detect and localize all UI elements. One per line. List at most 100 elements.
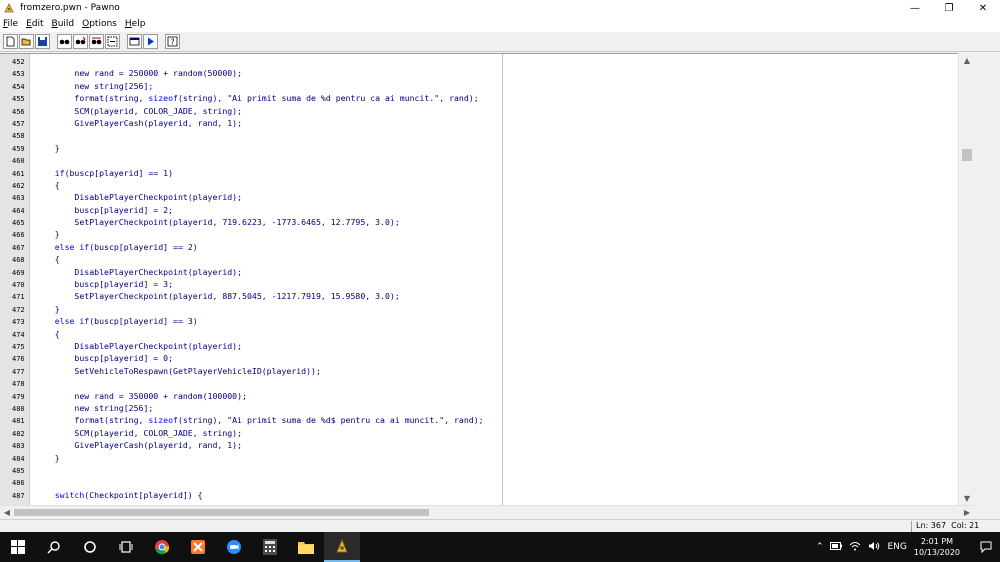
code-line[interactable]: 473 else if(buscp[playerid] == 3) — [0, 315, 974, 327]
line-code[interactable]: } — [35, 452, 60, 464]
line-code[interactable]: else if(buscp[playerid] == 2) — [35, 241, 198, 253]
code-line[interactable]: 486 — [0, 476, 974, 488]
code-line[interactable]: 465 SetPlayerCheckpoint(playerid, 719.62… — [0, 216, 974, 228]
vertical-scrollbar[interactable]: ▲ ▼ — [958, 53, 974, 505]
line-code[interactable]: SCM(playerid, COLOR_JADE, string); — [35, 105, 242, 117]
compile-options-icon[interactable] — [127, 34, 142, 49]
line-code[interactable]: { — [35, 328, 60, 340]
code-line[interactable]: 479 new rand = 350000 + random(100000); — [0, 390, 974, 402]
horizontal-scroll-thumb[interactable] — [14, 509, 429, 516]
find-next-icon[interactable] — [73, 34, 88, 49]
code-line[interactable]: 476 buscp[playerid] = 0; — [0, 352, 974, 364]
show-hidden-icons-icon[interactable]: ⌃ — [816, 542, 824, 552]
notification-icon[interactable] — [972, 541, 1000, 553]
scroll-down-icon[interactable]: ▼ — [959, 491, 975, 505]
chrome-icon[interactable] — [144, 532, 180, 562]
battery-icon[interactable] — [830, 541, 843, 553]
code-line[interactable]: 461 if(buscp[playerid] == 1) — [0, 167, 974, 179]
code-line[interactable]: 478 — [0, 377, 974, 389]
code-line[interactable]: 481 format(string, sizeof(string), "Ai p… — [0, 414, 974, 426]
code-line[interactable]: 485 — [0, 464, 974, 476]
line-code[interactable]: DisablePlayerCheckpoint(playerid); — [35, 340, 242, 352]
line-code[interactable]: SetPlayerCheckpoint(playerid, 887.5045, … — [35, 290, 399, 302]
line-code[interactable]: GivePlayerCash(playerid, rand, 1); — [35, 117, 242, 129]
code-editor[interactable]: 452 453 new rand = 250000 + random(50000)… — [0, 53, 974, 505]
line-code[interactable]: { — [35, 179, 60, 191]
menu-build[interactable]: Build — [52, 19, 75, 29]
code-line[interactable]: 470 buscp[playerid] = 3; — [0, 278, 974, 290]
minimize-icon[interactable]: — — [898, 0, 932, 16]
line-code[interactable]: buscp[playerid] = 2; — [35, 204, 173, 216]
menu-help[interactable]: Help — [125, 19, 146, 29]
volume-icon[interactable] — [868, 541, 880, 554]
file-explorer-icon[interactable] — [288, 532, 324, 562]
code-line[interactable]: 468 { — [0, 253, 974, 265]
pawno-icon[interactable] — [324, 532, 360, 562]
line-code[interactable]: new string[256]; — [35, 402, 153, 414]
task-view-icon[interactable] — [108, 532, 144, 562]
close-icon[interactable]: ✕ — [966, 0, 1000, 16]
code-line[interactable]: 452 — [0, 55, 974, 67]
line-code[interactable]: SetVehicleToRespawn(GetPlayerVehicleID(p… — [35, 365, 320, 377]
scroll-up-icon[interactable]: ▲ — [959, 53, 975, 67]
code-line[interactable]: 462 { — [0, 179, 974, 191]
line-code[interactable]: if(buscp[playerid] == 1) — [35, 167, 173, 179]
line-code[interactable]: } — [35, 142, 60, 154]
code-line[interactable]: 466 } — [0, 228, 974, 240]
zoom-icon[interactable] — [216, 532, 252, 562]
run-icon[interactable] — [143, 34, 158, 49]
line-code[interactable]: } — [35, 303, 60, 315]
scroll-right-icon[interactable]: ▶ — [960, 506, 974, 519]
replace-icon[interactable] — [89, 34, 104, 49]
save-icon[interactable] — [35, 34, 50, 49]
find-icon[interactable] — [57, 34, 72, 49]
restore-icon[interactable]: ❐ — [932, 0, 966, 16]
line-code[interactable]: format(string, sizeof(string), "Ai primi… — [35, 414, 483, 426]
code-line[interactable]: 469 DisablePlayerCheckpoint(playerid); — [0, 266, 974, 278]
code-line[interactable]: 453 new rand = 250000 + random(50000); — [0, 67, 974, 79]
xampp-icon[interactable] — [180, 532, 216, 562]
wifi-icon[interactable] — [849, 541, 861, 554]
line-code[interactable]: SCM(playerid, COLOR_JADE, string); — [35, 427, 242, 439]
line-code[interactable]: DisablePlayerCheckpoint(playerid); — [35, 266, 242, 278]
code-line[interactable]: 480 new string[256]; — [0, 402, 974, 414]
code-line[interactable]: 456 SCM(playerid, COLOR_JADE, string); — [0, 105, 974, 117]
line-code[interactable]: GivePlayerCash(playerid, rand, 1); — [35, 439, 242, 451]
code-line[interactable]: 477 SetVehicleToRespawn(GetPlayerVehicle… — [0, 365, 974, 377]
line-code[interactable]: buscp[playerid] = 3; — [35, 278, 173, 290]
code-line[interactable]: 460 — [0, 154, 974, 166]
vertical-scroll-thumb[interactable] — [962, 149, 972, 161]
scroll-left-icon[interactable]: ◀ — [0, 506, 14, 519]
line-code[interactable]: format(string, sizeof(string), "Ai primi… — [35, 92, 478, 104]
code-line[interactable]: 454 new string[256]; — [0, 80, 974, 92]
menu-edit[interactable]: Edit — [26, 19, 43, 29]
code-line[interactable]: 472 } — [0, 303, 974, 315]
code-line[interactable]: 484 } — [0, 452, 974, 464]
line-code[interactable]: } — [35, 228, 60, 240]
line-code[interactable]: buscp[playerid] = 0; — [35, 352, 173, 364]
goto-icon[interactable] — [105, 34, 120, 49]
line-code[interactable]: new string[256]; — [35, 80, 153, 92]
code-line[interactable]: 464 buscp[playerid] = 2; — [0, 204, 974, 216]
code-line[interactable]: 474 { — [0, 328, 974, 340]
line-code[interactable]: new rand = 350000 + random(100000); — [35, 390, 247, 402]
code-line[interactable]: 475 DisablePlayerCheckpoint(playerid); — [0, 340, 974, 352]
code-line[interactable]: 459 } — [0, 142, 974, 154]
clock[interactable]: 2:01 PM 10/13/2020 — [914, 536, 960, 558]
calculator-icon[interactable] — [252, 532, 288, 562]
code-line[interactable]: 471 SetPlayerCheckpoint(playerid, 887.50… — [0, 290, 974, 302]
search-icon[interactable] — [36, 532, 72, 562]
language-indicator[interactable]: ENG — [887, 542, 906, 552]
code-lines[interactable]: 452 453 new rand = 250000 + random(50000)… — [0, 55, 974, 501]
code-line[interactable]: 487 switch(Checkpoint[playerid]) { — [0, 489, 974, 501]
start-icon[interactable] — [0, 532, 36, 562]
line-code[interactable]: DisablePlayerCheckpoint(playerid); — [35, 191, 242, 203]
code-line[interactable]: 455 format(string, sizeof(string), "Ai p… — [0, 92, 974, 104]
line-code[interactable]: SetPlayerCheckpoint(playerid, 719.6223, … — [35, 216, 399, 228]
line-code[interactable]: new rand = 250000 + random(50000); — [35, 67, 242, 79]
menu-file[interactable]: File — [3, 19, 18, 29]
menu-options[interactable]: Options — [82, 19, 117, 29]
line-code[interactable]: switch(Checkpoint[playerid]) { — [35, 489, 203, 501]
code-line[interactable]: 482 SCM(playerid, COLOR_JADE, string); — [0, 427, 974, 439]
new-file-icon[interactable] — [3, 34, 18, 49]
